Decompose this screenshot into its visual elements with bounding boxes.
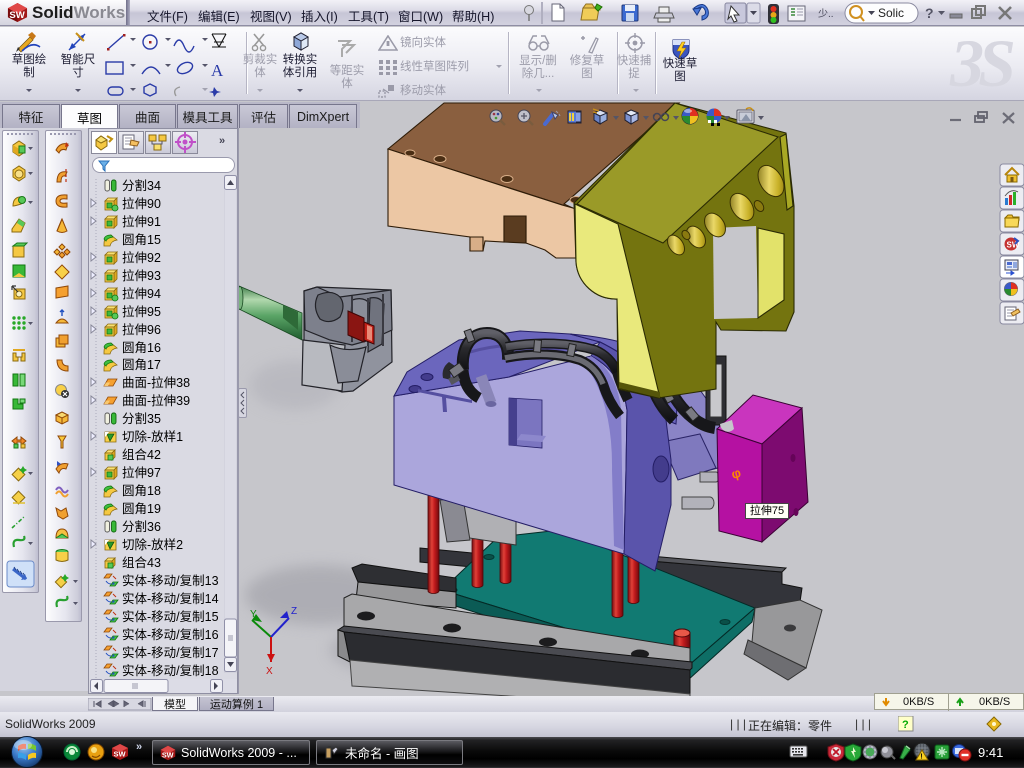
svg-text:X: X xyxy=(266,666,273,677)
svg-text:»: » xyxy=(136,741,142,753)
svg-text:?: ? xyxy=(902,719,909,731)
svg-text:Z: Z xyxy=(291,606,297,617)
svg-text:A: A xyxy=(211,61,224,80)
svg-text:Y: Y xyxy=(250,609,257,620)
svg-text:少..: 少.. xyxy=(818,8,834,20)
svg-text:SW: SW xyxy=(162,750,174,759)
svg-text:?: ? xyxy=(925,5,934,21)
svg-text:SW: SW xyxy=(114,750,127,759)
svg-text:Solic: Solic xyxy=(878,6,904,20)
